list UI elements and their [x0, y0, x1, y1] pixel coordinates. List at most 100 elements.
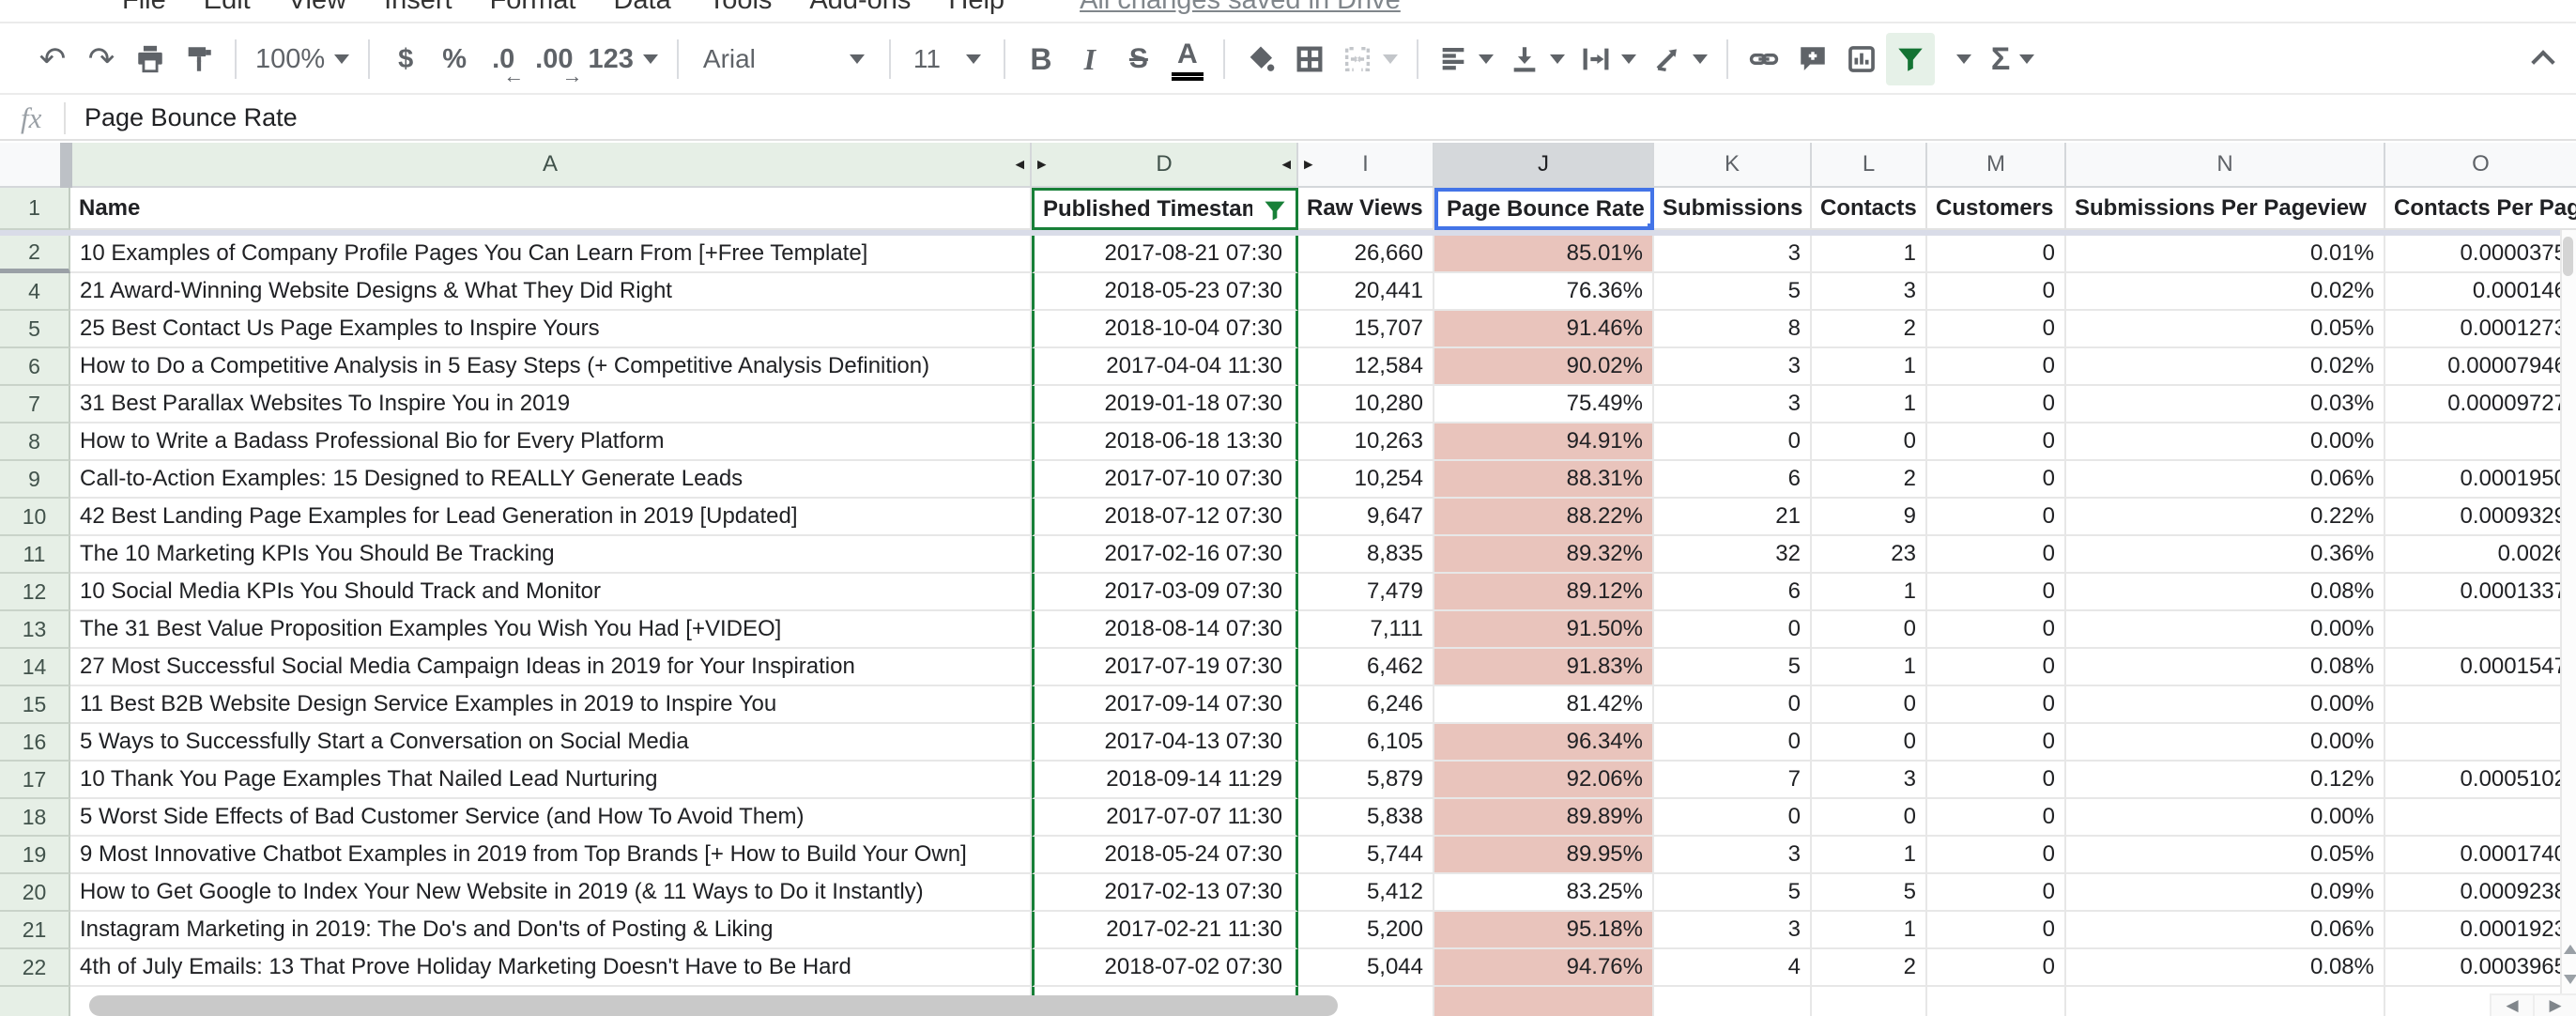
cell-contacts[interactable]: 1	[1812, 386, 1927, 423]
more-formats-button[interactable]: 123	[581, 33, 666, 85]
italic-button[interactable]: I	[1066, 33, 1114, 85]
cell-submissions-per-pageview[interactable]: 0.08%	[2066, 574, 2385, 611]
cell-published-timestamp[interactable]: 2017-08-21 07:30	[1032, 236, 1298, 273]
hidden-cols-marker-icon[interactable]: ◂	[1281, 154, 1291, 176]
format-percent-button[interactable]: %	[430, 33, 479, 85]
cell-contacts[interactable]: 1	[1812, 649, 1927, 686]
cell-published-timestamp[interactable]: 2017-07-07 11:30	[1032, 799, 1298, 837]
cell-name[interactable]: 25 Best Contact Us Page Examples to Insp…	[70, 311, 1032, 348]
row-header[interactable]: 14	[0, 649, 70, 686]
cell-contacts-per-pageview[interactable]	[2385, 724, 2576, 762]
cell-page-bounce-rate[interactable]: 94.91%	[1434, 423, 1654, 461]
cell-customers[interactable]: 0	[1927, 649, 2066, 686]
cell-published-timestamp[interactable]: 2017-02-13 07:30	[1032, 874, 1298, 912]
paint-format-button[interactable]	[175, 33, 223, 85]
cell-customers[interactable]: 0	[1927, 574, 2066, 611]
cell-L1[interactable]: Contacts	[1812, 188, 1927, 230]
hidden-cols-marker-icon[interactable]: ▸	[1304, 154, 1313, 176]
cell-raw-views[interactable]: 20,441	[1298, 273, 1434, 311]
row-header[interactable]	[0, 987, 70, 1016]
bold-button[interactable]: B	[1017, 33, 1066, 85]
col-header-N[interactable]: N	[2066, 143, 2385, 188]
cell-raw-views[interactable]: 5,044	[1298, 949, 1434, 987]
cell-page-bounce-rate[interactable]: 91.46%	[1434, 311, 1654, 348]
cell-submissions-per-pageview[interactable]: 0.02%	[2066, 273, 2385, 311]
row-header[interactable]: 6	[0, 348, 70, 386]
cell-name[interactable]: 10 Examples of Company Profile Pages You…	[70, 236, 1032, 273]
borders-button[interactable]	[1285, 33, 1334, 85]
cell-K1[interactable]: Submissions	[1654, 188, 1812, 230]
cell[interactable]	[1927, 987, 2066, 1016]
cell-name[interactable]: 5 Ways to Successfully Start a Conversat…	[70, 724, 1032, 762]
cell-contacts[interactable]: 1	[1812, 574, 1927, 611]
text-color-button[interactable]: A	[1163, 33, 1212, 85]
row-header[interactable]: 16	[0, 724, 70, 762]
cell-contacts[interactable]: 0	[1812, 611, 1927, 649]
cell-published-timestamp[interactable]: 2017-07-10 07:30	[1032, 461, 1298, 499]
cell-contacts-per-pageview[interactable]: 0.0000375	[2385, 236, 2576, 273]
cell[interactable]	[1434, 987, 1654, 1016]
cell-contacts[interactable]: 0	[1812, 423, 1927, 461]
row-header[interactable]: 7	[0, 386, 70, 423]
cell-customers[interactable]: 0	[1927, 724, 2066, 762]
cell-submissions-per-pageview[interactable]: 0.08%	[2066, 649, 2385, 686]
row-header[interactable]: 5	[0, 311, 70, 348]
cell-contacts[interactable]: 3	[1812, 273, 1927, 311]
cell-O1[interactable]: Contacts Per Pageview	[2385, 188, 2576, 230]
cell-raw-views[interactable]: 10,280	[1298, 386, 1434, 423]
cell-raw-views[interactable]: 8,835	[1298, 536, 1434, 574]
cell-page-bounce-rate[interactable]: 89.89%	[1434, 799, 1654, 837]
row-header[interactable]: 18	[0, 799, 70, 837]
text-wrap-button[interactable]	[1572, 33, 1644, 85]
menu-data[interactable]: Data	[613, 0, 670, 16]
cell-contacts[interactable]: 5	[1812, 874, 1927, 912]
cell-raw-views[interactable]: 7,479	[1298, 574, 1434, 611]
cell-submissions-per-pageview[interactable]: 0.22%	[2066, 499, 2385, 536]
cell-name[interactable]: 42 Best Landing Page Examples for Lead G…	[70, 499, 1032, 536]
increase-decimal-button[interactable]: .00→	[528, 33, 580, 85]
vertical-scrollbar-thumb[interactable]	[2563, 237, 2573, 276]
cell-contacts-per-pageview[interactable]: 0.0009329	[2385, 499, 2576, 536]
cell-raw-views[interactable]: 26,660	[1298, 236, 1434, 273]
cell-contacts-per-pageview[interactable]: 0.0009238	[2385, 874, 2576, 912]
cell-published-timestamp[interactable]: 2018-09-14 11:29	[1032, 762, 1298, 799]
cell-page-bounce-rate[interactable]: 88.22%	[1434, 499, 1654, 536]
cell-customers[interactable]: 0	[1927, 423, 2066, 461]
filter-views-button[interactable]	[1935, 33, 1984, 85]
cell-submissions-per-pageview[interactable]: 0.05%	[2066, 311, 2385, 348]
cell-published-timestamp[interactable]: 2017-02-16 07:30	[1032, 536, 1298, 574]
cell-submissions[interactable]: 4	[1654, 949, 1812, 987]
cell-contacts[interactable]: 0	[1812, 724, 1927, 762]
cell-raw-views[interactable]: 5,838	[1298, 799, 1434, 837]
cell-page-bounce-rate[interactable]: 91.83%	[1434, 649, 1654, 686]
cell-name[interactable]: The 31 Best Value Proposition Examples Y…	[70, 611, 1032, 649]
cell-contacts-per-pageview[interactable]: 0.00007946	[2385, 348, 2576, 386]
cell-customers[interactable]: 0	[1927, 837, 2066, 874]
cell-contacts-per-pageview[interactable]: 0.0003965	[2385, 949, 2576, 987]
cell-submissions[interactable]: 6	[1654, 574, 1812, 611]
cell-published-timestamp[interactable]: 2018-07-02 07:30	[1032, 949, 1298, 987]
cell-customers[interactable]: 0	[1927, 536, 2066, 574]
cell-customers[interactable]: 0	[1927, 461, 2066, 499]
cell-submissions-per-pageview[interactable]: 0.02%	[2066, 348, 2385, 386]
cell-published-timestamp[interactable]: 2019-01-18 07:30	[1032, 386, 1298, 423]
cell-submissions[interactable]: 5	[1654, 649, 1812, 686]
cell-submissions-per-pageview[interactable]: 0.12%	[2066, 762, 2385, 799]
cell-submissions[interactable]: 5	[1654, 874, 1812, 912]
cell-contacts-per-pageview[interactable]	[2385, 686, 2576, 724]
cell-contacts[interactable]: 1	[1812, 837, 1927, 874]
cell-page-bounce-rate[interactable]: 81.42%	[1434, 686, 1654, 724]
frozen-column-divider[interactable]	[60, 143, 72, 188]
cell-published-timestamp[interactable]: 2018-05-24 07:30	[1032, 837, 1298, 874]
cell-submissions-per-pageview[interactable]: 0.00%	[2066, 423, 2385, 461]
cell-customers[interactable]: 0	[1927, 348, 2066, 386]
row-header[interactable]: 22	[0, 949, 70, 987]
cell-submissions-per-pageview[interactable]: 0.03%	[2066, 386, 2385, 423]
cell-contacts-per-pageview[interactable]: 0.00009727	[2385, 386, 2576, 423]
row-header[interactable]: 10	[0, 499, 70, 536]
cell-published-timestamp[interactable]: 2018-08-14 07:30	[1032, 611, 1298, 649]
redo-button[interactable]: ↷	[77, 33, 126, 85]
strikethrough-button[interactable]: S	[1114, 33, 1163, 85]
cell-published-timestamp[interactable]: 2017-04-04 11:30	[1032, 348, 1298, 386]
horizontal-scrollbar-thumb[interactable]	[89, 995, 1338, 1016]
